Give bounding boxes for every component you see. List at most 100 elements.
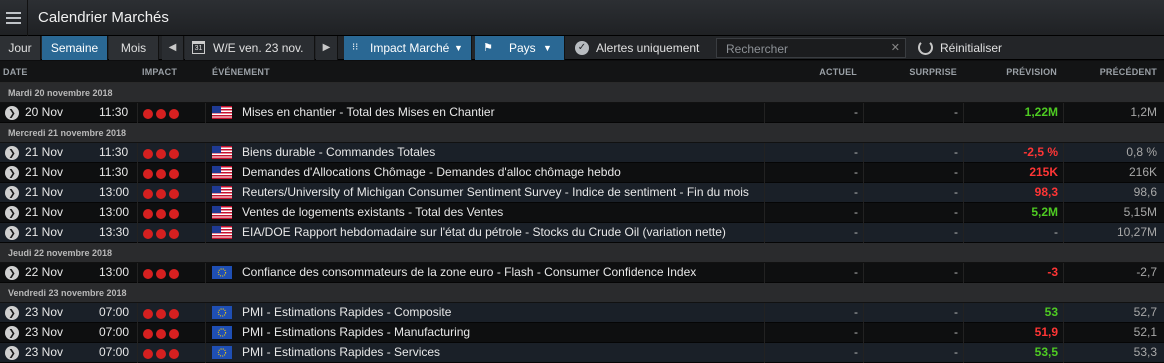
forecast-value: 215K — [1029, 165, 1058, 179]
eu-flag-icon — [212, 266, 232, 279]
event-name[interactable]: EIA/DOE Rapport hebdomadaire sur l'état … — [242, 223, 726, 243]
column-surprise[interactable]: SURPRISE — [880, 67, 957, 77]
event-name[interactable]: Reuters/University of Michigan Consumer … — [242, 183, 749, 203]
alerts-only-toggle[interactable]: Alertes uniquement — [596, 36, 706, 60]
impact-dot-icon — [143, 149, 153, 159]
previous-week-button[interactable]: ◀ — [162, 36, 184, 60]
actual-value: - — [854, 145, 858, 159]
impact-dot-icon — [156, 149, 166, 159]
impact-icon: ⁝⁝ — [352, 42, 359, 53]
column-forecast[interactable]: PRÉVISION — [975, 67, 1057, 77]
clear-search-icon[interactable]: ✕ — [891, 41, 900, 54]
us-flag-icon — [212, 146, 232, 159]
event-name[interactable]: Ventes de logements existants - Total de… — [242, 203, 503, 223]
event-row[interactable]: ❯ 23 Nov 07:00 PMI - Estimations Rapides… — [0, 343, 1164, 363]
event-name[interactable]: PMI - Estimations Rapides - Services — [242, 343, 440, 363]
eu-flag-icon — [212, 326, 232, 339]
event-row[interactable]: ❯ 21 Nov 13:00 Reuters/University of Mic… — [0, 183, 1164, 203]
previous-value: 53,3 — [1133, 345, 1157, 359]
expand-arrow-icon[interactable]: ❯ — [5, 106, 19, 120]
previous-value: 216K — [1128, 165, 1157, 179]
column-previous[interactable]: PRÉCÉDENT — [1075, 67, 1157, 77]
surprise-value: - — [954, 105, 958, 119]
chevron-down-icon: ▼ — [543, 43, 552, 53]
column-impact[interactable]: IMPACT — [142, 67, 177, 77]
reset-button[interactable]: Réinitialiser — [940, 36, 1012, 60]
surprise-value: - — [954, 325, 958, 339]
event-row[interactable]: ❯ 21 Nov 13:00 Ventes de logements exist… — [0, 203, 1164, 223]
expand-arrow-icon[interactable]: ❯ — [5, 186, 19, 200]
period-week-button[interactable]: Semaine — [42, 36, 108, 60]
event-name[interactable]: Demandes d'Allocations Chômage - Demande… — [242, 163, 621, 183]
impact-filter-label: Impact Marché — [370, 41, 450, 55]
surprise-value: - — [954, 225, 958, 239]
country-filter-label: Pays — [509, 41, 536, 55]
event-row[interactable]: ❯ 22 Nov 13:00 Confiance des consommateu… — [0, 263, 1164, 283]
impact-indicator — [143, 308, 182, 322]
impact-dot-icon — [143, 109, 153, 119]
menu-icon[interactable] — [0, 0, 28, 36]
event-name[interactable]: Biens durable - Commandes Totales — [242, 143, 435, 163]
impact-indicator — [143, 228, 182, 242]
date-group-label: Jeudi 22 novembre 2018 — [8, 248, 113, 258]
next-week-button[interactable]: ▶ — [316, 36, 338, 60]
column-date[interactable]: DATE — [3, 67, 28, 77]
period-day-button[interactable]: Jour — [0, 36, 41, 60]
forecast-value: 53 — [1044, 305, 1058, 319]
column-event[interactable]: ÉVÉNEMENT — [212, 67, 270, 77]
toolbar: Jour Semaine Mois ◀ W/E ven. 23 nov. 31 … — [0, 36, 1164, 60]
previous-value: -2,7 — [1136, 265, 1157, 279]
page-title: Calendrier Marchés — [38, 9, 169, 26]
period-month-button[interactable]: Mois — [109, 36, 159, 60]
forecast-value: 1,22M — [1024, 105, 1058, 119]
impact-dot-icon — [156, 189, 166, 199]
actual-value: - — [854, 265, 858, 279]
event-row[interactable]: ❯ 23 Nov 07:00 PMI - Estimations Rapides… — [0, 303, 1164, 323]
event-date: 23 Nov — [25, 325, 64, 339]
event-row[interactable]: ❯ 21 Nov 11:30 Demandes d'Allocations Ch… — [0, 163, 1164, 183]
expand-arrow-icon[interactable]: ❯ — [5, 326, 19, 340]
expand-arrow-icon[interactable]: ❯ — [5, 346, 19, 360]
impact-dot-icon — [143, 209, 153, 219]
actual-value: - — [854, 345, 858, 359]
impact-indicator — [143, 348, 182, 362]
event-row[interactable]: ❯ 21 Nov 13:30 EIA/DOE Rapport hebdomada… — [0, 223, 1164, 243]
expand-arrow-icon[interactable]: ❯ — [5, 146, 19, 160]
event-name[interactable]: PMI - Estimations Rapides - Manufacturin… — [242, 323, 470, 343]
event-name[interactable]: Confiance des consommateurs de la zone e… — [242, 263, 696, 283]
event-table: Mardi 20 novembre 2018 ❯ 20 Nov 11:30 Mi… — [0, 83, 1164, 363]
event-date: 23 Nov — [25, 345, 64, 359]
column-actual[interactable]: ACTUEL — [780, 67, 857, 77]
refresh-icon[interactable] — [918, 40, 933, 55]
event-row[interactable]: ❯ 23 Nov 07:00 PMI - Estimations Rapides… — [0, 323, 1164, 343]
impact-dot-icon — [143, 169, 153, 179]
expand-arrow-icon[interactable]: ❯ — [5, 206, 19, 220]
impact-dot-icon — [143, 269, 153, 279]
event-date: 23 Nov — [25, 305, 64, 319]
country-filter-dropdown[interactable]: ⚑ Pays ▼ — [475, 36, 565, 60]
expand-arrow-icon[interactable]: ❯ — [5, 266, 19, 280]
search-input[interactable]: Rechercher ✕ — [716, 38, 906, 58]
event-name[interactable]: PMI - Estimations Rapides - Composite — [242, 303, 451, 323]
actual-value: - — [854, 205, 858, 219]
impact-dot-icon — [169, 109, 179, 119]
event-time: 07:00 — [99, 305, 130, 319]
check-circle-icon[interactable]: ✓ — [575, 41, 589, 55]
impact-indicator — [143, 168, 182, 182]
event-row[interactable]: ❯ 21 Nov 11:30 Biens durable - Commandes… — [0, 143, 1164, 163]
event-row[interactable]: ❯ 20 Nov 11:30 Mises en chantier - Total… — [0, 103, 1164, 123]
expand-arrow-icon[interactable]: ❯ — [5, 166, 19, 180]
event-time: 13:00 — [99, 265, 130, 279]
actual-value: - — [854, 165, 858, 179]
impact-indicator — [143, 208, 182, 222]
table-header: DATE IMPACT ÉVÉNEMENT ACTUEL SURPRISE PR… — [0, 61, 1164, 83]
impact-filter-dropdown[interactable]: ⁝⁝ Impact Marché ▼ — [344, 36, 472, 60]
expand-arrow-icon[interactable]: ❯ — [5, 306, 19, 320]
expand-arrow-icon[interactable]: ❯ — [5, 226, 19, 240]
previous-value: 10,27M — [1116, 225, 1157, 239]
us-flag-icon — [212, 226, 232, 239]
event-name[interactable]: Mises en chantier - Total des Mises en C… — [242, 103, 495, 123]
impact-dot-icon — [143, 229, 153, 239]
impact-dot-icon — [143, 189, 153, 199]
event-time: 11:30 — [99, 145, 129, 159]
